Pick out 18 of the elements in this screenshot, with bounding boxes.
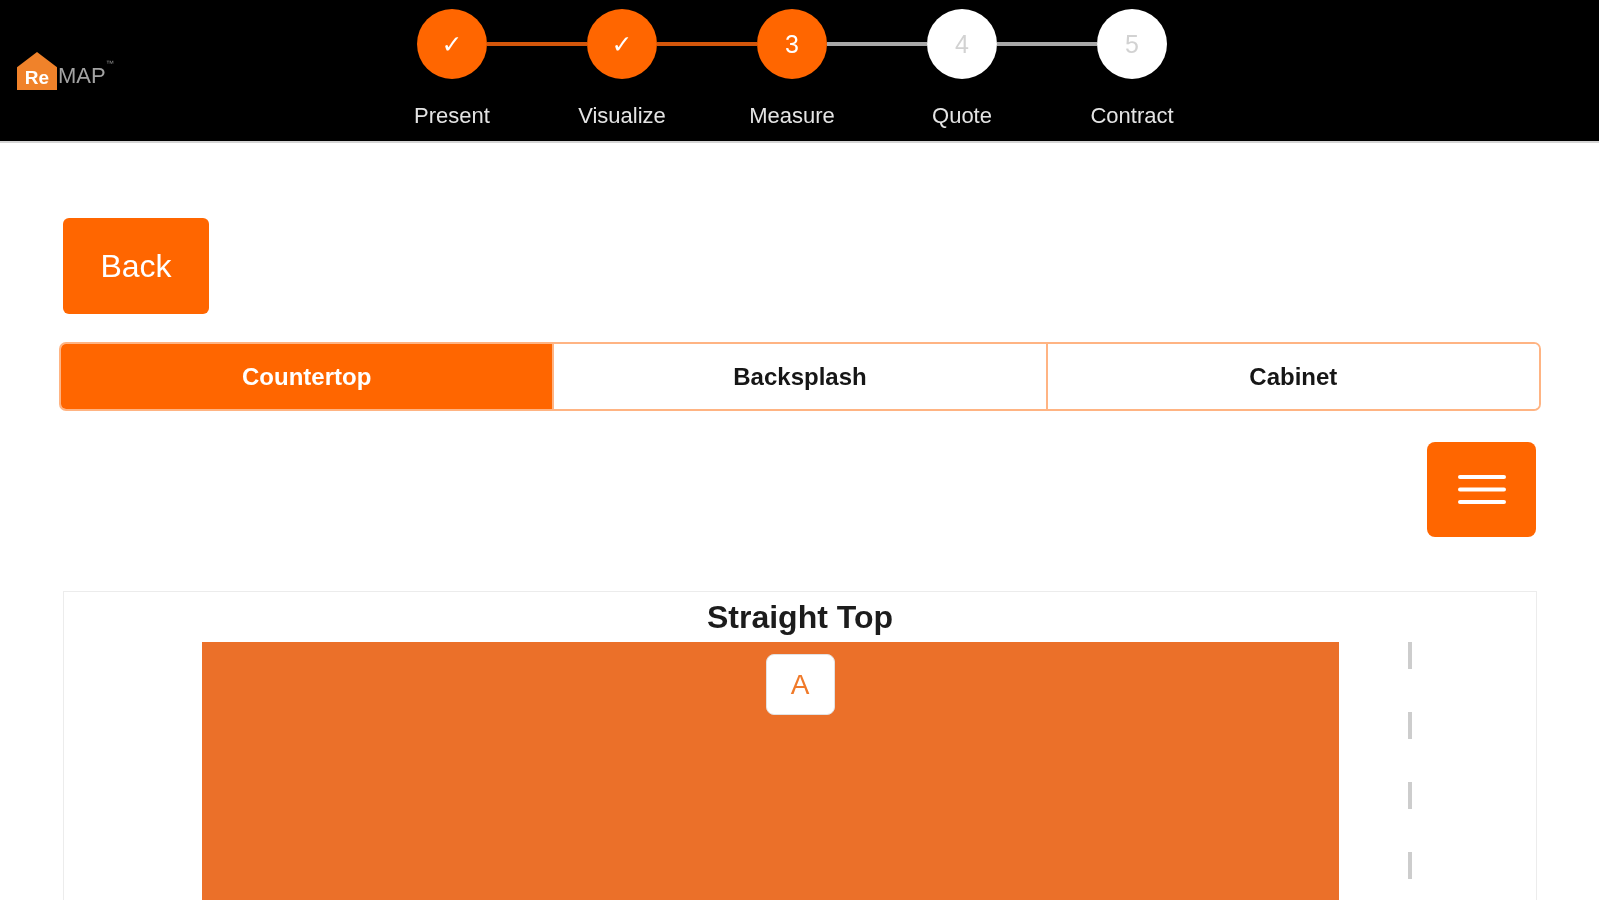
logo-text: MAP — [58, 65, 106, 87]
step-label: Quote — [931, 103, 993, 129]
trademark-sign: ™ — [105, 60, 114, 68]
step-circle: 3 — [757, 9, 827, 79]
step-label: Visualize — [577, 103, 667, 129]
logo-mark: Re — [17, 52, 57, 90]
step-circle: ✓ — [417, 9, 487, 79]
tab[interactable]: Cabinet — [1045, 344, 1539, 409]
step-label: Present — [413, 103, 491, 129]
dimension-button[interactable]: A — [765, 654, 835, 715]
menu-button[interactable] — [1427, 442, 1536, 537]
tab[interactable]: Countertop — [61, 344, 553, 409]
step-circle: ✓ — [587, 9, 657, 79]
drawing-title: Straight Top — [706, 599, 893, 635]
step-label: Measure — [748, 103, 836, 129]
menu-icon — [1457, 475, 1506, 504]
back-button[interactable]: Back — [63, 218, 209, 314]
step-label: Contract — [1089, 103, 1175, 129]
